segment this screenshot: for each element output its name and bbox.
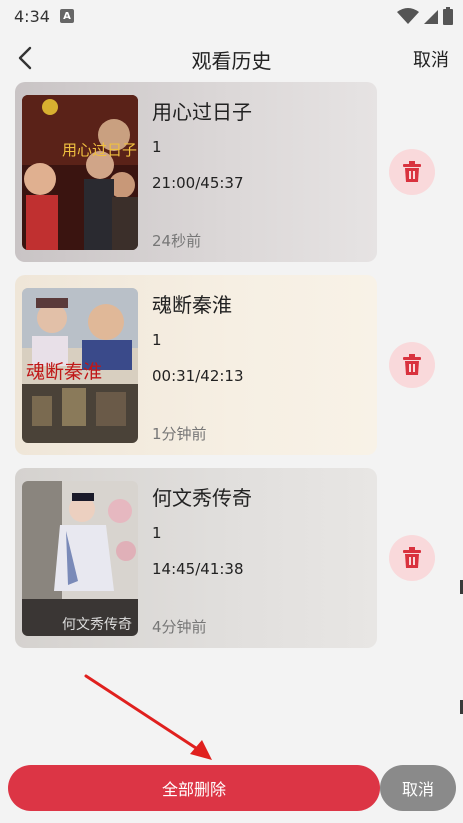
- poster-title-text: 何文秀传奇: [62, 616, 132, 633]
- wifi-icon: [397, 8, 419, 24]
- page-title: 观看历史: [191, 49, 272, 73]
- trash-icon: [403, 547, 421, 568]
- watch-progress: 14:45/41:38: [152, 560, 244, 578]
- status-time: 4:34: [14, 6, 50, 26]
- history-item[interactable]: 魂断秦淮 魂断秦淮 1 00:31/42:13 1分钟前: [15, 275, 377, 455]
- history-item[interactable]: 用心过日子 用心过日子 1 21:00/45:37 24秒前: [15, 82, 377, 262]
- delete-button[interactable]: [389, 342, 435, 388]
- episode-number: 1: [152, 331, 162, 349]
- watched-time-ago: 1分钟前: [152, 425, 207, 443]
- bottom-cancel-button[interactable]: 取消: [380, 765, 456, 811]
- status-icons: [397, 7, 453, 25]
- status-bar: 4:34 A: [0, 0, 463, 32]
- video-title: 何文秀传奇: [152, 486, 252, 510]
- episode-number: 1: [152, 524, 162, 542]
- header-cancel-button[interactable]: 取消: [413, 46, 449, 72]
- annotation-arrow-icon: [84, 674, 212, 760]
- poster-thumbnail: 魂断秦淮: [22, 288, 138, 443]
- video-title: 魂断秦淮: [152, 293, 232, 317]
- trash-icon: [403, 161, 421, 182]
- episode-number: 1: [152, 138, 162, 156]
- history-item[interactable]: 何文秀传奇 何文秀传奇 1 14:45/41:38 4分钟前: [15, 468, 377, 648]
- poster-thumbnail: 何文秀传奇: [22, 481, 138, 636]
- poster-title-text: 用心过日子: [62, 142, 137, 159]
- delete-all-button[interactable]: 全部删除: [8, 765, 380, 811]
- poster-thumbnail: 用心过日子: [22, 95, 138, 250]
- watched-time-ago: 4分钟前: [152, 618, 207, 636]
- delete-button[interactable]: [389, 535, 435, 581]
- watch-progress: 00:31/42:13: [152, 367, 244, 385]
- watch-progress: 21:00/45:37: [152, 174, 244, 192]
- signal-icon: [424, 10, 438, 24]
- watched-time-ago: 24秒前: [152, 232, 202, 250]
- battery-icon: [443, 7, 453, 25]
- header: 观看历史 取消: [0, 36, 463, 80]
- delete-button[interactable]: [389, 149, 435, 195]
- trash-icon: [403, 354, 421, 375]
- poster-title-text: 魂断秦淮: [26, 361, 102, 383]
- video-title: 用心过日子: [152, 100, 252, 124]
- notification-icon: A: [59, 9, 74, 23]
